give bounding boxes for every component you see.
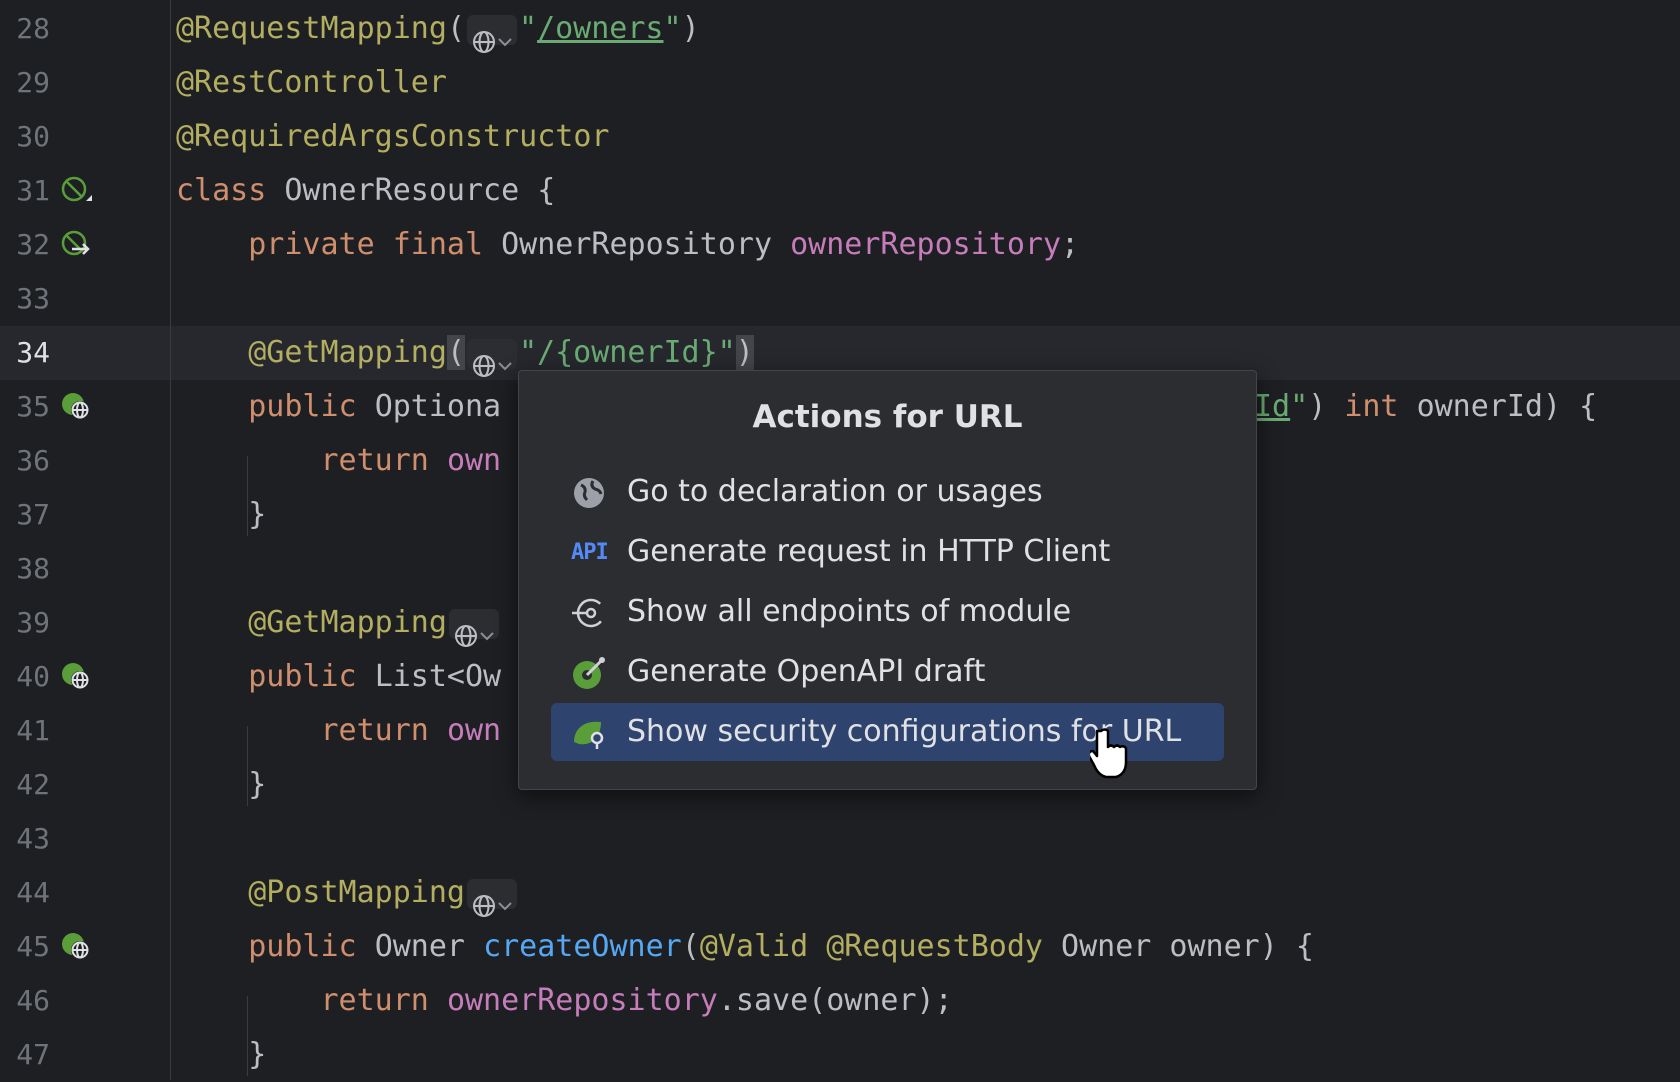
code-line-44[interactable]: 44 @PostMapping bbox=[0, 866, 1680, 920]
menu-item-go-to-declaration[interactable]: Go to declaration or usages bbox=[551, 463, 1224, 521]
line-number: 38 bbox=[16, 552, 50, 585]
line-number: 41 bbox=[16, 714, 50, 747]
line-number: 31 bbox=[16, 174, 50, 207]
endpoint-globe-icon[interactable] bbox=[60, 391, 92, 423]
menu-item-show-endpoints[interactable]: Show all endpoints of module bbox=[551, 583, 1224, 641]
menu-item-generate-openapi[interactable]: Generate OpenAPI draft bbox=[551, 643, 1224, 701]
code-text: } bbox=[176, 497, 267, 532]
line-number: 46 bbox=[16, 984, 50, 1017]
line-number: 33 bbox=[16, 282, 50, 315]
line-number: 35 bbox=[16, 390, 50, 423]
code-text: } bbox=[176, 1037, 267, 1072]
line-number: 40 bbox=[16, 660, 50, 693]
endpoint-inlay-icon[interactable] bbox=[466, 878, 517, 917]
line-number: 34 bbox=[16, 336, 50, 369]
code-text: @RequestMapping("/owners") bbox=[176, 2, 700, 56]
line-number: 45 bbox=[16, 930, 50, 963]
code-text: } bbox=[176, 767, 267, 802]
menu-item-generate-request[interactable]: API Generate request in HTTP Client bbox=[551, 523, 1224, 581]
menu-item-label: Generate request in HTTP Client bbox=[627, 534, 1111, 569]
code-line-30[interactable]: 30 @RequiredArgsConstructor bbox=[0, 110, 1680, 164]
code-line-33[interactable]: 33 bbox=[0, 272, 1680, 326]
endpoint-inlay-icon[interactable] bbox=[467, 14, 517, 53]
menu-item-label: Show all endpoints of module bbox=[627, 594, 1072, 629]
line-number: 30 bbox=[16, 120, 50, 153]
line-number: 43 bbox=[16, 822, 50, 855]
line-number: 37 bbox=[16, 498, 50, 531]
endpoint-globe-icon[interactable] bbox=[60, 931, 92, 963]
code-text: return own bbox=[176, 713, 502, 748]
security-icon bbox=[574, 721, 604, 749]
endpoint-globe-icon[interactable] bbox=[60, 661, 92, 693]
code-text: @RequiredArgsConstructor bbox=[176, 119, 610, 154]
actions-popup: Actions for URL Go to declaration or usa… bbox=[518, 370, 1257, 790]
line-number: 28 bbox=[16, 12, 50, 45]
indent-guide bbox=[247, 456, 248, 536]
bean-injection-icon[interactable] bbox=[60, 229, 92, 261]
bean-class-icon[interactable] bbox=[60, 175, 92, 207]
code-line-43[interactable]: 43 bbox=[0, 812, 1680, 866]
line-number: 39 bbox=[16, 606, 50, 639]
code-text-tail: Id") int ownerId) { bbox=[1254, 389, 1598, 424]
hand-cursor-icon bbox=[1090, 728, 1128, 779]
code-text: public Optiona bbox=[176, 389, 502, 424]
code-text: public List<Ow bbox=[176, 659, 502, 694]
code-text: @PostMapping bbox=[176, 866, 519, 920]
line-number: 36 bbox=[16, 444, 50, 477]
openapi-icon bbox=[573, 657, 605, 689]
indent-guide bbox=[247, 996, 248, 1076]
line-number: 47 bbox=[16, 1038, 50, 1071]
code-text: return ownerRepository.save(owner); bbox=[176, 983, 953, 1018]
code-text: class OwnerResource { bbox=[176, 173, 556, 208]
code-line-47[interactable]: 47 } bbox=[0, 1028, 1680, 1082]
code-text: @GetMapping bbox=[176, 596, 501, 650]
code-line-46[interactable]: 46 return ownerRepository.save(owner); bbox=[0, 974, 1680, 1028]
endpoint-inlay-icon[interactable] bbox=[467, 338, 517, 377]
line-number: 44 bbox=[16, 876, 50, 909]
code-line-31[interactable]: 31 class OwnerResource { bbox=[0, 164, 1680, 218]
code-line-28[interactable]: 28 @RequestMapping("/owners") bbox=[0, 2, 1680, 56]
code-text: public Owner createOwner(@Valid @Request… bbox=[176, 929, 1314, 964]
code-text: @RestController bbox=[176, 65, 447, 100]
line-number: 29 bbox=[16, 66, 50, 99]
menu-item-label: Go to declaration or usages bbox=[627, 474, 1043, 509]
indent-guide bbox=[247, 726, 248, 806]
line-number: 32 bbox=[16, 228, 50, 261]
api-icon: API bbox=[571, 540, 609, 565]
code-line-29[interactable]: 29 @RestController bbox=[0, 56, 1680, 110]
globe-icon bbox=[574, 478, 604, 508]
endpoints-icon bbox=[572, 598, 606, 628]
code-text: private final OwnerRepository ownerRepos… bbox=[176, 227, 1080, 262]
endpoint-inlay-icon[interactable] bbox=[448, 608, 499, 647]
code-line-45[interactable]: 45 public Owner createOwner(@Valid @Requ… bbox=[0, 920, 1680, 974]
menu-item-label: Generate OpenAPI draft bbox=[627, 654, 986, 689]
popup-title: Actions for URL bbox=[752, 399, 1023, 435]
code-text: return own bbox=[176, 443, 502, 478]
line-number: 42 bbox=[16, 768, 50, 801]
code-line-32[interactable]: 32 private final OwnerRepository ownerRe… bbox=[0, 218, 1680, 272]
